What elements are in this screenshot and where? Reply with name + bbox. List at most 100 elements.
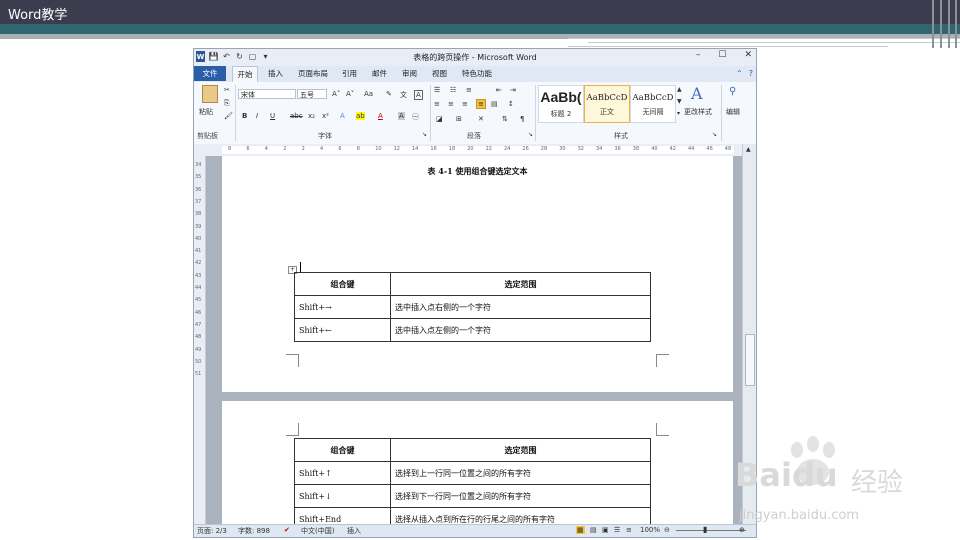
tab-review[interactable]: 审阅 [402,68,417,79]
justify-icon[interactable]: ≡ [476,99,486,109]
grow-font-button[interactable]: A˄ [332,90,340,98]
tab-insert[interactable]: 插入 [268,68,283,79]
increase-indent-icon[interactable]: ⇥ [510,86,516,94]
scrollbar-thumb[interactable] [745,334,755,386]
change-styles-button[interactable]: 更改样式 [684,107,712,117]
numbering-icon[interactable]: ☷ [450,86,456,94]
superscript-button[interactable]: x² [322,112,329,120]
shading-icon[interactable]: ◪ [436,115,443,123]
char-border-icon[interactable]: A [414,90,423,100]
ruler-number: 2 [301,146,305,152]
font-dialog-launcher-icon[interactable]: ↘ [422,131,427,138]
document-area: 表 4-1 使用组合键选定文本 + 组合键 选定范围 Shift+→ 选中插入点… [206,156,744,526]
tab-references[interactable]: 引用 [342,68,357,79]
paragraph-dialog-launcher-icon[interactable]: ↘ [528,131,533,138]
change-case-button[interactable]: Aa [364,90,373,98]
table-header-cell[interactable]: 组合键 [294,438,391,462]
align-center-icon[interactable]: ≡ [448,100,454,108]
status-page[interactable]: 页面: 2/3 [197,526,227,536]
table-cell[interactable]: 选择到上一行同一位置之间的所有字符 [390,461,651,485]
vruler-number: 46 [195,309,202,316]
find-icon[interactable]: ⚲ [729,86,736,97]
tab-home[interactable]: 开始 [232,66,258,82]
clear-formatting-icon[interactable]: ✎ [386,90,392,98]
borders-icon[interactable]: ⊞ [456,115,462,123]
font-color-button[interactable]: A [378,112,383,120]
zoom-slider-thumb[interactable]: ▮ [703,525,707,534]
paste-label[interactable]: 粘贴 [199,107,213,117]
style-normal[interactable]: AaBbCcD 正文 [584,85,630,123]
italic-button[interactable]: I [256,112,258,120]
highlight-button[interactable]: ab [356,112,365,120]
tab-view[interactable]: 视图 [432,68,447,79]
style-no-spacing[interactable]: AaBbCcD 无间隔 [630,85,676,123]
draft-view-icon[interactable]: ≡ [626,526,632,534]
vertical-ruler[interactable]: 34 35 36 37 38 39 40 41 42 43 44 45 46 47 48 49 50 51 [194,156,206,526]
outline-view-icon[interactable]: ☰ [614,526,620,534]
strikethrough-button[interactable]: abc [290,112,303,120]
scroll-up-icon[interactable]: ▲ [746,146,751,153]
show-marks-icon[interactable]: ¶ [520,115,524,123]
full-screen-view-icon[interactable]: ▤ [590,526,597,534]
font-size-combo[interactable]: 五号 [297,89,327,99]
zoom-out-icon[interactable]: ⊖ [664,526,670,534]
underline-button[interactable]: U [270,112,275,120]
styles-scroll-down-icon[interactable]: ▼ [677,98,682,105]
tab-mailings[interactable]: 邮件 [372,68,387,79]
copy-icon[interactable]: ⎘ [224,99,230,108]
ribbon-collapse-icon[interactable]: ⌃ [736,69,743,78]
close-button[interactable]: ✕ [744,50,752,60]
decrease-indent-icon[interactable]: ⇤ [496,86,502,94]
status-words[interactable]: 字数: 898 [238,526,270,536]
chinese-layout-icon[interactable]: ✕ [478,115,484,123]
char-shading-icon[interactable]: A [398,112,405,120]
style-heading2[interactable]: AaBb( 标题 2 [538,85,584,123]
phonetic-guide-icon[interactable]: 文 [400,90,407,100]
styles-more-icon[interactable]: ▾ [677,110,680,117]
tab-file[interactable]: 文件 [194,66,226,81]
page-corner-mark [656,354,669,367]
table-cell[interactable]: 选择到下一行同一位置之间的所有字符 [390,484,651,508]
paste-icon[interactable] [202,85,218,103]
styles-dialog-launcher-icon[interactable]: ↘ [712,131,717,138]
bold-button[interactable]: B [242,112,247,120]
text-effects-icon[interactable]: A [340,112,345,120]
table-cell[interactable]: Shift+→ [294,295,391,319]
zoom-level[interactable]: 100% [640,526,660,534]
styles-scroll-up-icon[interactable]: ▲ [677,86,682,93]
tab-page-layout[interactable]: 页面布局 [298,68,328,79]
font-name-combo[interactable]: 宋体 [238,89,296,99]
align-left-icon[interactable]: ≡ [434,100,440,108]
web-layout-view-icon[interactable]: ▣ [602,526,609,534]
line-spacing-icon[interactable]: ↕ [508,100,514,108]
print-layout-view-icon[interactable]: ▦ [576,526,585,534]
format-painter-icon[interactable]: 🖌 [224,112,233,120]
table-cell[interactable]: Shift+← [294,318,391,342]
change-styles-icon[interactable]: A [691,84,703,103]
enclose-char-icon[interactable]: ㊀ [412,112,419,122]
table-header-cell[interactable]: 选定范围 [390,438,651,462]
table-header-cell[interactable]: 选定范围 [390,272,651,296]
align-right-icon[interactable]: ≡ [462,100,468,108]
multilevel-list-icon[interactable]: ≡ [466,86,472,94]
subscript-button[interactable]: x₂ [308,112,315,120]
proofing-icon[interactable]: ✔ [284,526,290,534]
table-cell[interactable]: 选中插入点左侧的一个字符 [390,318,651,342]
cut-icon[interactable]: ✂ [224,86,230,94]
maximize-button[interactable]: ☐ [718,50,726,60]
tab-features[interactable]: 特色功能 [462,68,492,79]
table-cell[interactable]: 选中插入点右侧的一个字符 [390,295,651,319]
help-icon[interactable]: ? [749,69,753,78]
shrink-font-button[interactable]: A˅ [346,90,354,98]
minimize-button[interactable]: – [696,50,701,60]
table-cell[interactable]: Shift+↑ [294,461,391,485]
table-cell[interactable]: Shift+↓ [294,484,391,508]
editing-button[interactable]: 编辑 [726,107,740,117]
distributed-icon[interactable]: ▤ [491,100,498,108]
status-insert-mode[interactable]: 插入 [347,526,361,536]
bullets-icon[interactable]: ☰ [434,86,440,94]
table-header-cell[interactable]: 组合键 [294,272,391,296]
status-language[interactable]: 中文(中国) [301,526,334,536]
sort-icon[interactable]: ⇅ [502,115,508,123]
page-2: 组合键 选定范围 Shift+↑ 选择到上一行同一位置之间的所有字符 Shift… [222,401,733,526]
